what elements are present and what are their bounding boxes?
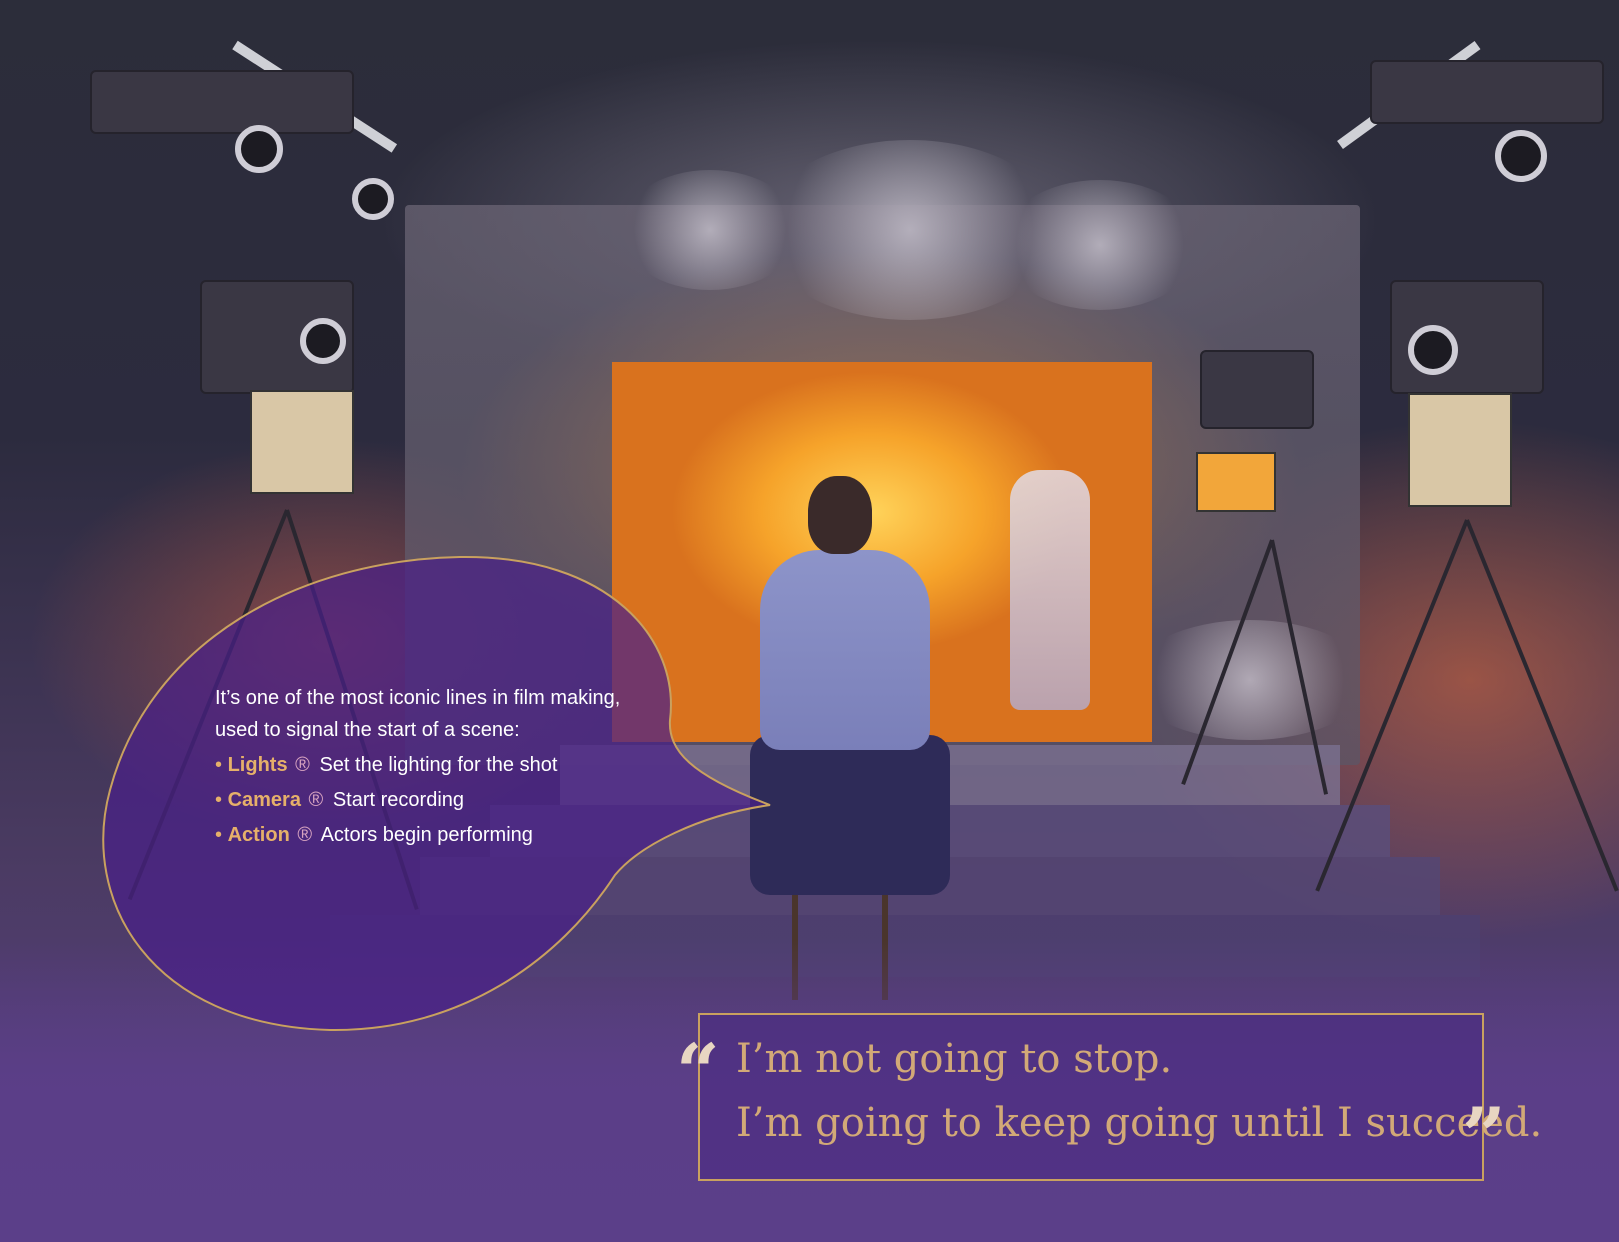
list-item: • Camera ® Start recording — [215, 783, 645, 818]
term-description: Start recording — [332, 789, 465, 811]
open-quote-icon: “ — [676, 1027, 720, 1116]
registered-mark: ® — [308, 789, 324, 811]
list-item: • Action ® Actors begin performing — [215, 818, 645, 853]
quote-line-2: I’m going to keep going until I succeed. — [736, 1100, 1543, 1146]
term-lights: Lights — [227, 754, 288, 776]
term-camera: Camera — [227, 789, 301, 811]
registered-mark: ® — [297, 824, 313, 846]
quote-line-1: I’m not going to stop. — [736, 1036, 1173, 1082]
bullet-icon: • — [215, 824, 223, 846]
term-action: Action — [227, 824, 290, 846]
bubble-list: • Lights ® Set the lighting for the shot… — [215, 748, 645, 853]
bubble-intro: It’s one of the most iconic lines in fil… — [215, 687, 621, 741]
term-description: Set the lighting for the shot — [319, 754, 558, 776]
list-item: • Lights ® Set the lighting for the shot — [215, 748, 645, 783]
term-description: Actors begin performing — [320, 824, 533, 846]
bubble-content: It’s one of the most iconic lines in fil… — [215, 682, 645, 853]
bullet-icon: • — [215, 789, 223, 811]
bullet-icon: • — [215, 754, 223, 776]
close-quote-icon: ” — [1462, 1091, 1506, 1180]
registered-mark: ® — [295, 754, 310, 776]
